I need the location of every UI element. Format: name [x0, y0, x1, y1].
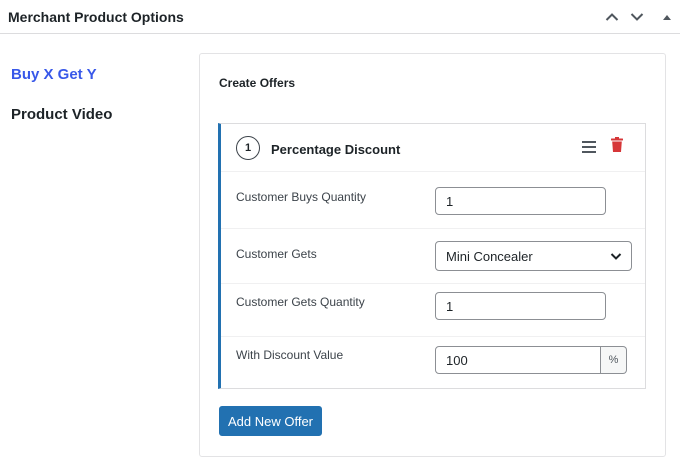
trash-icon[interactable] [611, 137, 623, 157]
chevron-up-icon [605, 13, 619, 21]
drag-handle-icon[interactable] [582, 140, 596, 158]
chevron-down-icon [610, 253, 622, 260]
toggle-panel-button[interactable] [656, 6, 678, 28]
add-new-offer-button[interactable]: Add New Offer [219, 406, 322, 436]
caret-up-icon [663, 15, 671, 20]
customer-gets-select[interactable]: Mini Concealer [435, 241, 632, 271]
customer-gets-label: Customer Gets [236, 247, 317, 261]
chevron-down-icon [630, 13, 644, 21]
tab-product-video[interactable]: Product Video [11, 106, 112, 123]
section-title: Create Offers [219, 76, 296, 90]
discount-value-input[interactable] [435, 346, 601, 374]
panel-title: Merchant Product Options [8, 9, 184, 25]
percent-suffix: % [601, 346, 627, 374]
buys-quantity-input[interactable] [435, 187, 606, 215]
discount-value-row: With Discount Value % [221, 336, 645, 388]
offer-header: 1 Percentage Discount [221, 124, 645, 172]
move-down-button[interactable] [626, 6, 648, 28]
gets-quantity-label: Customer Gets Quantity [236, 295, 365, 309]
offer-number-badge: 1 [236, 136, 260, 160]
panel-header: Merchant Product Options [0, 0, 680, 34]
gets-quantity-input[interactable] [435, 292, 606, 320]
customer-gets-row: Customer Gets Mini Concealer [221, 228, 645, 283]
customer-gets-value: Mini Concealer [446, 248, 533, 264]
offer-card: 1 Percentage Discount Customer Buys Quan… [218, 123, 646, 389]
move-up-button[interactable] [601, 6, 623, 28]
buys-quantity-label: Customer Buys Quantity [236, 190, 367, 204]
gets-quantity-row: Customer Gets Quantity [221, 283, 645, 336]
discount-value-label: With Discount Value [236, 348, 344, 362]
offer-title: Percentage Discount [271, 142, 401, 157]
buys-quantity-row: Customer Buys Quantity [221, 172, 645, 228]
tab-buy-x-get-y[interactable]: Buy X Get Y [11, 66, 97, 83]
